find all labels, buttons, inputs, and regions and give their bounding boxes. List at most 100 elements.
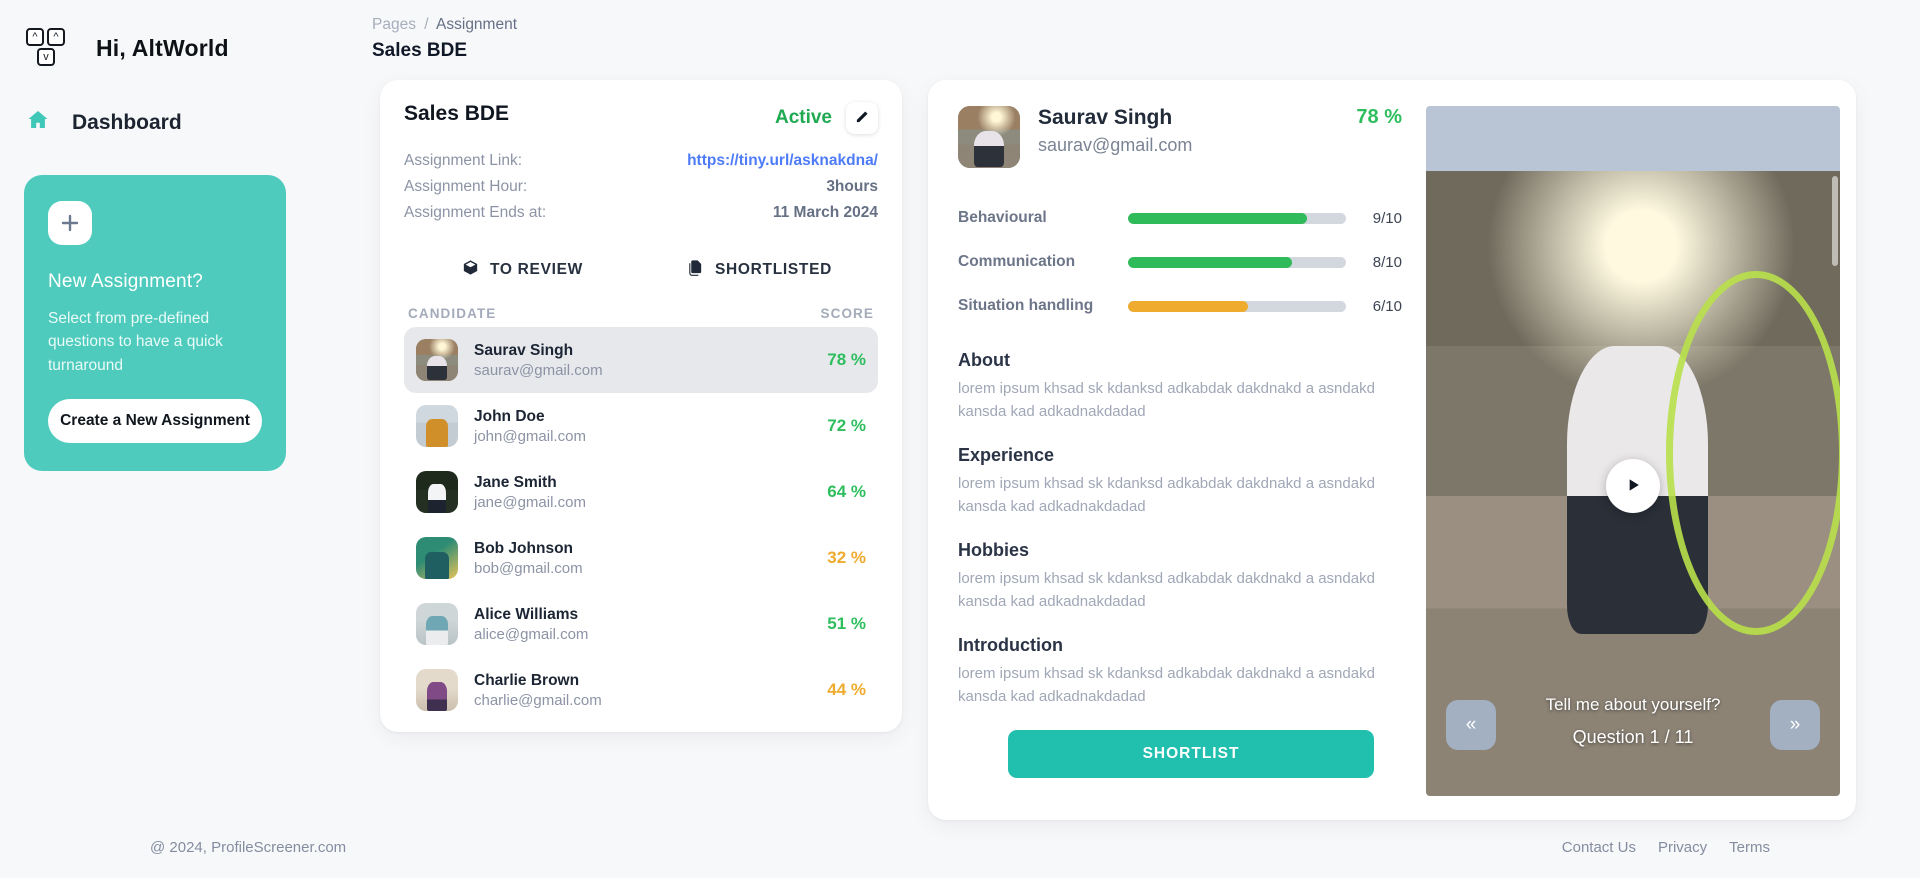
question-counter: Question 1 / 11 [1572, 727, 1694, 747]
footer-link[interactable]: Contact Us [1562, 839, 1636, 856]
shortlist-button[interactable]: SHORTLIST [1008, 730, 1374, 778]
column-header-score: SCORE [820, 306, 874, 321]
section-title: Introduction [958, 635, 1063, 655]
avatar [416, 603, 458, 645]
profile-email: saurav@gmail.com [1038, 135, 1193, 155]
avatar [416, 405, 458, 447]
greeting: Hi, AltWorld [96, 34, 229, 61]
sidebar-item-label: Dashboard [72, 110, 182, 134]
candidate-profile-card: Saurav Singh saurav@gmail.com 78 % Behav… [928, 80, 1856, 820]
assignment-title: Sales BDE [404, 102, 510, 125]
footer-link[interactable]: Terms [1729, 839, 1770, 856]
logo-key-up-right: ^ [47, 28, 65, 46]
assignment-ends-value: 11 March 2024 [772, 204, 878, 221]
table-row[interactable]: Jane Smith jane@gmail.com 64 % [404, 459, 878, 525]
skill-value: 8/10 [1372, 253, 1402, 271]
skill-ratings: Behavioural 9/10 Communication 8/10 Situatio… [958, 196, 1402, 328]
section-body: lorem ipsum khsad sk kdanksd adkabdak da… [958, 380, 1375, 420]
section-title: Hobbies [958, 540, 1030, 560]
skill-value: 6/10 [1372, 297, 1402, 315]
edit-assignment-button[interactable] [846, 102, 878, 134]
section-body: lorem ipsum khsad sk kdanksd adkabdak da… [958, 665, 1375, 705]
table-row[interactable]: Saurav Singh saurav@gmail.com 78 % [404, 327, 878, 393]
assignment-hour-value: 3hours [826, 178, 878, 195]
profile-score: 78 % [1356, 106, 1402, 128]
section-title: Experience [958, 445, 1055, 465]
candidate-list: Saurav Singh saurav@gmail.com 78 % John Doe… [404, 327, 878, 723]
skill-label: Behavioural [958, 209, 1047, 226]
skill-rating-row: Situation handling 6/10 [958, 284, 1402, 328]
skill-rating-row: Communication 8/10 [958, 240, 1402, 284]
documents-icon [687, 259, 704, 281]
sidebar-item-dashboard[interactable]: Dashboard [26, 108, 372, 137]
profile-section: Experience lorem ipsum khsad sk kdanksd a… [958, 445, 1402, 518]
tab-shortlisted[interactable]: SHORTLISTED [641, 250, 878, 290]
brand: ^ ^ v Hi, AltWorld [0, 0, 372, 70]
interview-video-player[interactable]: « » Tell me about yourself? Question 1 /… [1426, 106, 1840, 796]
assignment-meta: Assignment Link: https://tiny.url/asknak… [404, 148, 878, 226]
candidate-email: john@gmail.com [474, 427, 586, 445]
profile-section: Hobbies lorem ipsum khsad sk kdanksd adka… [958, 540, 1402, 613]
skill-label: Communication [958, 253, 1076, 270]
profile-name: Saurav Singh [1038, 106, 1173, 129]
candidate-score: 51 % [827, 614, 866, 633]
candidate-email: saurav@gmail.com [474, 361, 603, 379]
breadcrumb-root[interactable]: Pages [372, 16, 416, 33]
candidate-score: 64 % [827, 482, 866, 501]
page-title: Sales BDE [372, 40, 468, 61]
section-body: lorem ipsum khsad sk kdanksd adkabdak da… [958, 570, 1375, 610]
skill-label: Situation handling [958, 297, 1094, 314]
candidate-tabs: TO REVIEW SHORTLISTED [404, 250, 878, 290]
create-new-assignment-button[interactable]: Create a New Assignment [48, 398, 262, 443]
footer-link[interactable]: Privacy [1658, 839, 1707, 856]
assignment-link-value[interactable]: https://tiny.url/asknakdna/ [687, 152, 878, 170]
table-row[interactable]: Bob Johnson bob@gmail.com 32 % [404, 525, 878, 591]
meta-key: Assignment Ends at: [404, 204, 547, 221]
footer-links: Contact Us Privacy Terms [1562, 839, 1770, 856]
avatar [416, 537, 458, 579]
table-row[interactable]: Charlie Brown charlie@gmail.com 44 % [404, 657, 878, 723]
avatar [416, 669, 458, 711]
section-body: lorem ipsum khsad sk kdanksd adkabdak da… [958, 475, 1375, 515]
promo-subtitle: Select from pre-defined questions to hav… [48, 310, 223, 374]
skill-progress-bar [1128, 256, 1346, 268]
candidate-score: 44 % [827, 680, 866, 699]
breadcrumb-separator: / [424, 16, 429, 33]
play-button[interactable] [1606, 459, 1660, 513]
skill-rating-row: Behavioural 9/10 [958, 196, 1402, 240]
breadcrumb-current[interactable]: Assignment [436, 16, 517, 33]
footer: @ 2024, ProfileScreener.com Contact Us Pr… [0, 839, 1920, 856]
question-text: Tell me about yourself? [1545, 695, 1721, 714]
cube-icon [462, 259, 479, 281]
candidate-name: Jane Smith [474, 473, 557, 491]
profile-section: About lorem ipsum khsad sk kdanksd adkabd… [958, 350, 1402, 423]
status-badge: Active [774, 107, 832, 128]
profile-section: Introduction lorem ipsum khsad sk kdanksd… [958, 635, 1402, 708]
section-title: About [958, 350, 1010, 370]
avatar [416, 339, 458, 381]
promo-title: New Assignment? [48, 271, 204, 292]
arrow-keys-logo-icon: ^ ^ v [26, 26, 70, 70]
plus-icon [48, 201, 92, 245]
sidebar-nav: Dashboard [0, 108, 372, 137]
breadcrumb: Pages / Assignment Sales BDE [372, 16, 517, 62]
candidate-name: Alice Williams [474, 605, 579, 623]
tab-to-review[interactable]: TO REVIEW [404, 250, 641, 290]
profile-sections: About lorem ipsum khsad sk kdanksd adkabd… [958, 350, 1402, 708]
table-row[interactable]: John Doe john@gmail.com 72 % [404, 393, 878, 459]
tab-label: SHORTLISTED [714, 261, 833, 278]
meta-row: Assignment Ends at: 11 March 2024 [404, 200, 878, 226]
candidate-score: 32 % [827, 548, 866, 567]
table-row[interactable]: Alice Williams alice@gmail.com 51 % [404, 591, 878, 657]
video-scrollbar[interactable] [1832, 176, 1838, 266]
profile-header: Saurav Singh saurav@gmail.com 78 % [958, 106, 1402, 168]
candidate-email: charlie@gmail.com [474, 691, 602, 709]
logo-key-up-left: ^ [26, 28, 44, 46]
meta-row: Assignment Link: https://tiny.url/asknak… [404, 148, 878, 174]
home-icon [26, 108, 50, 137]
tab-label: TO REVIEW [490, 261, 583, 278]
skill-progress-bar [1128, 212, 1346, 224]
avatar [416, 471, 458, 513]
pencil-icon [855, 109, 870, 127]
assignment-card: Sales BDE Active Assignment Link: https:… [380, 80, 902, 732]
